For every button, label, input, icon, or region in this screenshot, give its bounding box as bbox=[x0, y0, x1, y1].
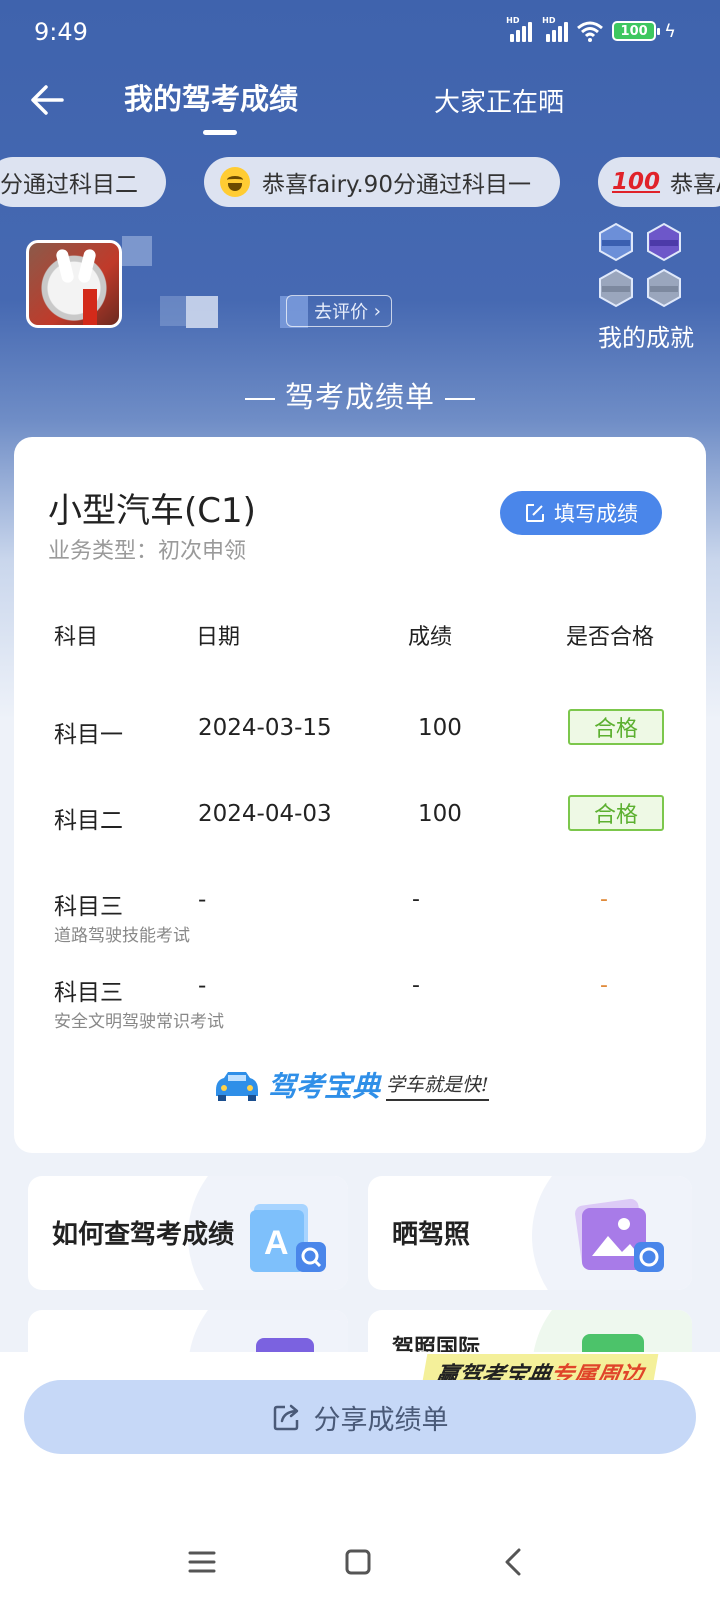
svg-text:A: A bbox=[264, 1224, 289, 1262]
rate-button[interactable]: 去评价 › bbox=[286, 295, 392, 327]
row-date: 2024-03-15 bbox=[198, 715, 332, 741]
ticker-text: 分通过科目二 bbox=[0, 172, 138, 198]
share-icon bbox=[273, 1404, 298, 1431]
blurred-username bbox=[122, 236, 152, 266]
blurred-username bbox=[160, 296, 186, 326]
row-date: 2024-04-03 bbox=[198, 801, 332, 827]
car-logo-icon bbox=[216, 1072, 258, 1101]
ticker-item[interactable]: 分通过科目二 bbox=[0, 157, 166, 207]
fill-score-label: 填写成绩 bbox=[554, 502, 638, 526]
badge-icon bbox=[647, 222, 681, 262]
row-result: - bbox=[600, 887, 608, 912]
back-chevron-icon[interactable] bbox=[494, 1542, 534, 1582]
signal-icon: HD bbox=[542, 16, 569, 42]
pass-badge: 合格 bbox=[568, 795, 664, 831]
tab-everyone-sharing[interactable]: 大家正在晒 bbox=[434, 82, 564, 119]
business-type: 业务类型：初次申领 bbox=[48, 539, 247, 564]
tile-label: 如何查驾考成绩 bbox=[52, 1220, 235, 1250]
column-header-date: 日期 bbox=[196, 625, 241, 650]
pass-badge: 合格 bbox=[568, 709, 664, 745]
rate-label: 去评价 bbox=[314, 302, 369, 323]
home-square-icon[interactable] bbox=[338, 1542, 378, 1582]
tile-show-license[interactable]: 晒驾照 bbox=[368, 1176, 692, 1290]
column-header-passed: 是否合格 bbox=[566, 625, 655, 650]
row-date: - bbox=[198, 973, 207, 999]
back-arrow-icon[interactable] bbox=[28, 80, 68, 120]
charging-icon: ϟ bbox=[664, 20, 676, 42]
score-card: 小型汽车(C1) 业务类型：初次申领 填写成绩 科目 日期 成绩 是否合格 科目… bbox=[14, 437, 706, 1153]
row-subtitle: 道路驾驶技能考试 bbox=[54, 926, 190, 946]
avatar[interactable] bbox=[26, 240, 122, 328]
sheet-title: 驾考成绩单 bbox=[0, 374, 720, 416]
status-bar: 9:49 HD HD 100 ϟ bbox=[0, 0, 720, 66]
grinning-face-icon bbox=[220, 167, 250, 197]
status-time: 9:49 bbox=[34, 18, 88, 46]
row-subject: 科目一 bbox=[54, 722, 123, 748]
ticker-item[interactable]: 恭喜fairy.90分通过科目一 bbox=[204, 157, 560, 207]
table-row: 科目一 2024-03-15 100 合格 bbox=[14, 709, 706, 795]
system-nav-bar bbox=[0, 1520, 720, 1600]
sheet-title-text: 驾考成绩单 bbox=[284, 380, 435, 414]
share-scores-button[interactable]: 分享成绩单 bbox=[24, 1380, 696, 1454]
achievements-label[interactable]: 我的成就 bbox=[598, 318, 694, 353]
edit-icon bbox=[526, 504, 544, 522]
blurred-username bbox=[186, 296, 218, 328]
brand-name: 驾考宝典 bbox=[268, 1070, 381, 1103]
battery-icon: 100 bbox=[612, 21, 661, 41]
share-label: 分享成绩单 bbox=[313, 1404, 449, 1436]
signal-hd-label: HD bbox=[542, 16, 556, 25]
brand-logo: 驾考宝典 学车就是快! bbox=[212, 1065, 489, 1105]
status-icons: HD HD 100 ϟ bbox=[506, 16, 676, 42]
signal-icon: HD bbox=[506, 16, 533, 42]
row-subject: 科目三 bbox=[54, 894, 123, 920]
badge-icon bbox=[599, 222, 633, 262]
hundred-points-icon: 100 bbox=[612, 169, 661, 195]
photo-camera-icon bbox=[575, 1198, 664, 1272]
ticker-item[interactable]: 100 恭喜A bbox=[598, 157, 720, 207]
row-subtitle: 安全文明驾驶常识考试 bbox=[54, 1012, 224, 1032]
ticker-text: 恭喜fairy.90分通过科目一 bbox=[262, 172, 531, 198]
row-date: - bbox=[198, 887, 207, 913]
row-score: 100 bbox=[418, 715, 462, 741]
menu-icon[interactable] bbox=[182, 1542, 222, 1582]
tile-label: 晒驾照 bbox=[392, 1220, 471, 1250]
tile-check-scores[interactable]: 如何查驾考成绩 A bbox=[28, 1176, 348, 1290]
column-header-score: 成绩 bbox=[408, 625, 453, 650]
column-header-subject: 科目 bbox=[54, 625, 99, 650]
table-row: 科目二 2024-04-03 100 合格 bbox=[14, 795, 706, 881]
tab-my-scores[interactable]: 我的驾考成绩 bbox=[124, 76, 298, 118]
search-document-icon: A bbox=[250, 1204, 326, 1272]
row-score: - bbox=[412, 887, 420, 912]
ticker-text: 恭喜A bbox=[670, 172, 720, 198]
fill-score-button[interactable]: 填写成绩 bbox=[500, 491, 662, 535]
row-score: - bbox=[412, 973, 420, 998]
vehicle-type: 小型汽车(C1) bbox=[48, 491, 256, 531]
signal-hd-label: HD bbox=[506, 16, 520, 25]
badge-icon bbox=[599, 268, 633, 308]
table-row: 科目三 安全文明驾驶常识考试 - - - bbox=[14, 973, 706, 1053]
table-row: 科目三 道路驾驶技能考试 - - - bbox=[14, 887, 706, 967]
battery-level: 100 bbox=[620, 23, 648, 39]
wifi-icon bbox=[577, 21, 604, 42]
row-subject: 科目三 bbox=[54, 980, 123, 1006]
row-subject: 科目二 bbox=[54, 808, 123, 834]
badge-icon bbox=[647, 268, 681, 308]
row-score: 100 bbox=[418, 801, 462, 827]
row-result: - bbox=[600, 973, 608, 998]
brand-slogan: 学车就是快! bbox=[386, 1070, 489, 1101]
achievement-badges[interactable] bbox=[596, 222, 692, 322]
tab-indicator bbox=[203, 130, 237, 135]
